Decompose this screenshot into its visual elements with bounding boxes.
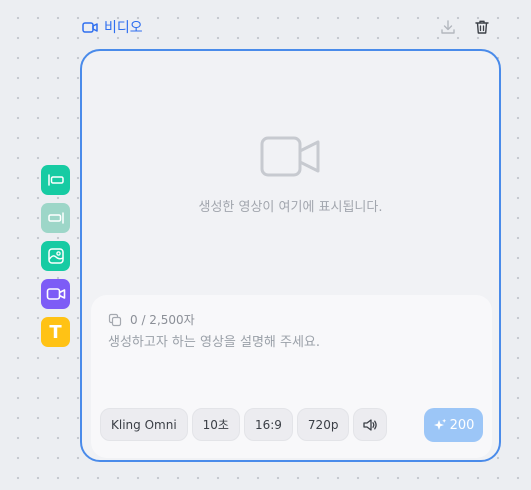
model-select[interactable]: Kling Omni — [100, 408, 188, 441]
image-tool[interactable] — [41, 241, 70, 271]
video-tool-icon — [46, 288, 65, 300]
text-tool[interactable]: T — [41, 317, 70, 347]
character-counter: 0 / 2,500자 — [108, 311, 195, 328]
download-button[interactable] — [438, 17, 458, 37]
node-title: 비디오 — [82, 17, 143, 37]
counter-text: 0 / 2,500자 — [130, 313, 195, 327]
align-left-tool[interactable] — [41, 165, 70, 195]
node-toolbar: T — [41, 165, 70, 347]
sparkle-icon — [433, 418, 446, 430]
image-icon — [47, 248, 64, 264]
preview-placeholder-text: 생성한 영상이 여기에 표시됩니다. — [198, 200, 383, 215]
video-preview-area: 생성한 영상이 여기에 표시됩니다. — [82, 51, 499, 297]
delete-button[interactable] — [472, 17, 492, 37]
generate-button[interactable]: 200 — [424, 408, 483, 442]
video-node-card[interactable]: 생성한 영상이 여기에 표시됩니다. 0 / 2,500자 Kling Omni… — [80, 49, 501, 462]
video-tool[interactable] — [41, 279, 70, 309]
duration-select[interactable]: 10초 — [191, 408, 240, 441]
sound-toggle[interactable] — [353, 408, 388, 441]
generation-options: Kling Omni 10초 16:9 720p — [100, 408, 388, 441]
prompt-panel: 0 / 2,500자 Kling Omni 10초 16:9 720p 200 — [91, 295, 492, 458]
aspect-ratio-select[interactable]: 16:9 — [243, 408, 293, 441]
video-camera-icon — [260, 136, 320, 177]
align-right-icon — [47, 212, 64, 224]
node-title-label: 비디오 — [104, 20, 143, 36]
text-tool-icon: T — [49, 321, 62, 343]
trash-icon — [475, 20, 489, 34]
download-icon — [441, 20, 455, 34]
video-icon — [82, 21, 98, 33]
generate-cost: 200 — [449, 417, 475, 433]
speaker-icon — [363, 418, 378, 431]
align-right-tool[interactable] — [41, 203, 70, 233]
resolution-select[interactable]: 720p — [296, 408, 350, 441]
copy-icon — [108, 313, 122, 326]
align-left-icon — [47, 174, 64, 186]
prompt-input[interactable] — [108, 335, 468, 350]
